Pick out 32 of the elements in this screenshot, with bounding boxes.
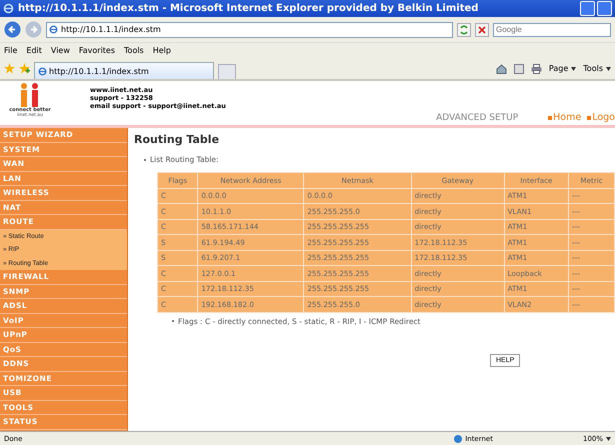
restore-button[interactable] — [597, 1, 612, 16]
refresh-button[interactable] — [457, 22, 471, 36]
browser-tab[interactable]: http://10.1.1.1/index.stm — [34, 62, 214, 79]
window-title: http://10.1.1.1/index.stm - Microsoft Internet Explorer provided by Belkin Limited — [18, 3, 480, 14]
menu-item[interactable]: View — [50, 46, 70, 55]
menu-item[interactable]: Favorites — [78, 46, 116, 55]
menu-item[interactable]: File — [4, 46, 18, 55]
page-title: Routing Table — [134, 133, 220, 146]
page-icon — [49, 25, 58, 34]
menu-item[interactable]: Edit — [26, 46, 42, 55]
browser-icon — [3, 3, 14, 14]
add-favorite-icon[interactable] — [19, 63, 30, 74]
globe-icon — [454, 434, 462, 442]
caret-icon — [606, 66, 611, 70]
back-button[interactable] — [4, 21, 21, 38]
command-button[interactable]: Tools — [583, 64, 611, 73]
header-link[interactable]: Home — [548, 112, 582, 123]
search-field[interactable]: Google — [493, 22, 611, 36]
menu-item[interactable]: Tools — [124, 46, 144, 55]
star-icon[interactable] — [4, 63, 15, 74]
setup-mode-label: ADVANCED SETUP — [436, 113, 518, 123]
command-button[interactable]: Page — [548, 64, 576, 73]
stop-button[interactable] — [475, 22, 489, 36]
minimize-button[interactable] — [580, 1, 595, 16]
menu-item[interactable]: Help — [152, 46, 171, 55]
printer-icon[interactable] — [530, 64, 542, 74]
caret-icon — [606, 436, 611, 440]
caret-icon — [571, 66, 576, 70]
address-field[interactable]: http://10.1.1.1/index.stm — [46, 22, 453, 38]
header-link[interactable]: Logo — [587, 112, 615, 123]
page-icon — [38, 66, 47, 76]
home-icon[interactable] — [496, 64, 507, 74]
